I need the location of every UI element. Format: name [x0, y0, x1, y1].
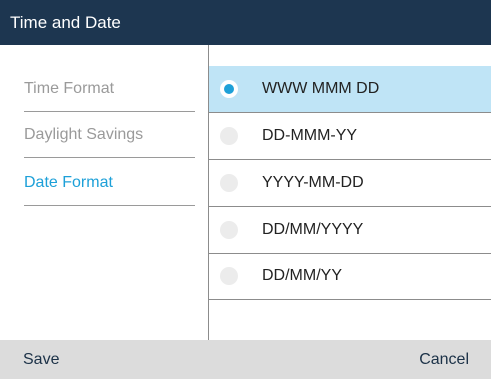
option-label: DD-MMM-YY — [262, 127, 358, 144]
softkey-bar: Save Cancel — [0, 340, 491, 379]
menu-item-daylight-savings[interactable]: Daylight Savings — [24, 112, 195, 158]
menu-item-time-format[interactable]: Time Format — [24, 66, 195, 112]
option-label: DD/MM/YY — [262, 267, 342, 284]
date-format-option[interactable]: DD/MM/YYYY — [209, 207, 491, 254]
radio-unselected-icon — [220, 221, 238, 239]
option-label: WWW MMM DD — [262, 80, 380, 97]
radio-unselected-icon — [220, 174, 238, 192]
time-and-date-screen: Time and Date Time Format Daylight Savin… — [0, 0, 491, 379]
cancel-softkey[interactable]: Cancel — [419, 340, 469, 379]
option-label: YYYY-MM-DD — [262, 174, 364, 191]
radio-unselected-icon — [220, 267, 238, 285]
option-label: DD/MM/YYYY — [262, 221, 364, 238]
radio-unselected-icon — [220, 127, 238, 145]
date-format-option[interactable]: WWW MMM DD — [209, 66, 491, 113]
radio-selected-icon — [220, 80, 238, 98]
menu-item-date-format[interactable]: Date Format — [24, 160, 195, 206]
settings-menu: Time Format Daylight Savings Date Format — [0, 45, 208, 340]
date-format-option[interactable]: DD/MM/YY — [209, 253, 491, 300]
screen-title: Time and Date — [0, 0, 491, 45]
date-format-option[interactable]: YYYY-MM-DD — [209, 160, 491, 207]
date-format-options: WWW MMM DD DD-MMM-YY YYYY-MM-DD DD/MM/YY… — [209, 45, 491, 340]
date-format-option[interactable]: DD-MMM-YY — [209, 113, 491, 160]
save-softkey[interactable]: Save — [23, 340, 59, 379]
